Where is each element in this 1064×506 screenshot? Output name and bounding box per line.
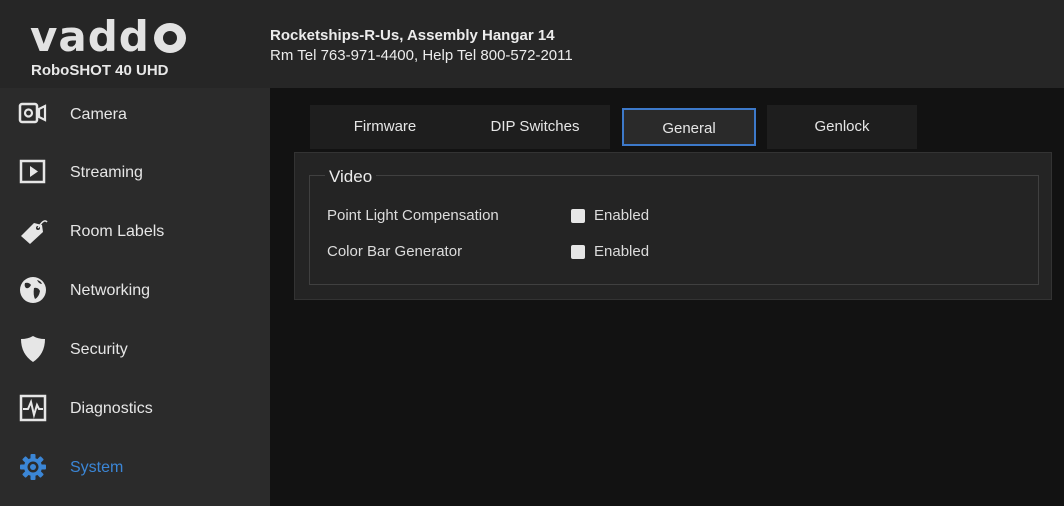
tab-genlock[interactable]: Genlock — [767, 105, 917, 149]
sidebar-item-label: Diagnostics — [70, 400, 153, 417]
pulse-icon — [19, 394, 47, 422]
tab-firmware[interactable]: Firmware — [310, 105, 460, 149]
sidebar-item-room-labels[interactable]: Room Labels — [0, 205, 270, 263]
gear-icon — [20, 454, 46, 480]
general-panel: Video Point Light Compensation Enabled C… — [294, 152, 1052, 300]
sidebar-item-label: Security — [70, 341, 128, 358]
camera-icon — [18, 102, 47, 124]
brand-area: vadd RoboSHOT 40 UHD — [0, 0, 270, 88]
sidebar: Camera Streaming Room Labels Networking … — [0, 88, 270, 506]
sidebar-item-diagnostics[interactable]: Diagnostics — [0, 382, 270, 440]
sidebar-item-security[interactable]: Security — [0, 323, 270, 381]
app-window: vadd RoboSHOT 40 UHD Rocketships-R-Us, A… — [0, 0, 1064, 506]
sidebar-item-label: System — [70, 459, 124, 476]
sidebar-item-label: Room Labels — [70, 223, 165, 240]
header: vadd RoboSHOT 40 UHD Rocketships-R-Us, A… — [0, 0, 1064, 88]
room-phones: Rm Tel 763-971-4400, Help Tel 800-572-20… — [270, 47, 573, 64]
sidebar-item-camera[interactable]: Camera — [0, 88, 270, 146]
sidebar-item-label: Networking — [70, 282, 151, 299]
sidebar-item-system[interactable]: System — [0, 441, 270, 499]
play-icon — [19, 159, 46, 184]
tab-dip-switches[interactable]: DIP Switches — [460, 105, 610, 149]
tag-icon — [21, 220, 48, 244]
vaddio-logo: vadd — [30, 14, 186, 60]
logo-o-mark — [153, 23, 186, 53]
color-bar-generator-enabled-label[interactable]: Enabled — [594, 243, 649, 260]
point-light-compensation-enabled-label[interactable]: Enabled — [594, 207, 649, 224]
point-light-compensation-label: Point Light Compensation — [327, 207, 499, 224]
color-bar-generator-checkbox[interactable] — [571, 245, 585, 259]
video-fieldset — [309, 175, 1039, 285]
point-light-compensation-checkbox[interactable] — [571, 209, 585, 223]
color-bar-generator-label: Color Bar Generator — [327, 243, 463, 260]
room-info: Rocketships-R-Us, Assembly Hangar 14 Rm … — [270, 26, 573, 66]
room-name: Rocketships-R-Us, Assembly Hangar 14 — [270, 27, 555, 44]
main-content: Firmware DIP Switches General Genlock Vi… — [270, 88, 1064, 506]
sidebar-item-label: Camera — [70, 106, 127, 123]
shield-icon — [21, 336, 45, 362]
video-legend: Video — [325, 167, 377, 187]
sidebar-item-streaming[interactable]: Streaming — [0, 146, 270, 204]
sidebar-item-networking[interactable]: Networking — [0, 264, 270, 322]
globe-icon — [20, 277, 46, 303]
sidebar-item-label: Streaming — [70, 164, 143, 181]
tab-general[interactable]: General — [622, 108, 756, 146]
camera-model: RoboSHOT 40 UHD — [31, 62, 169, 79]
